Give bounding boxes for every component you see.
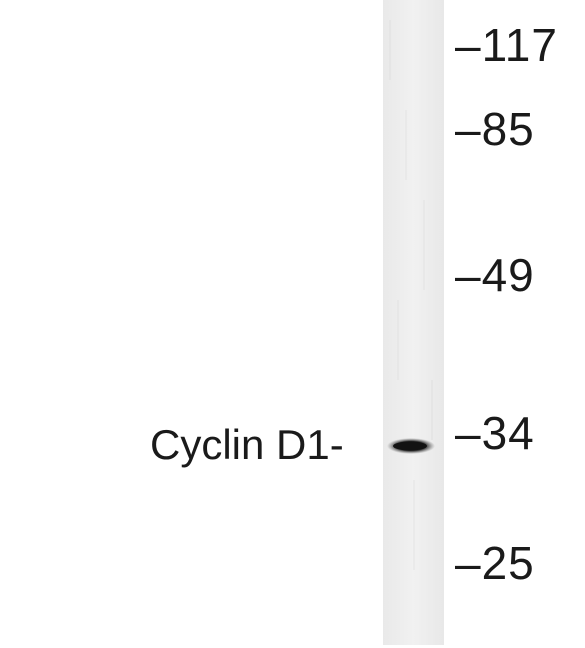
cyclin-d1-band-core <box>393 441 427 451</box>
marker-25: –25 <box>455 537 535 589</box>
blot-lane <box>383 0 444 645</box>
marker-49: –49 <box>455 249 535 301</box>
marker-85: –85 <box>455 103 535 155</box>
marker-117: –117 <box>455 19 558 71</box>
cyclin-d1-label: Cyclin D1- <box>150 421 344 468</box>
marker-34: –34 <box>455 407 535 459</box>
